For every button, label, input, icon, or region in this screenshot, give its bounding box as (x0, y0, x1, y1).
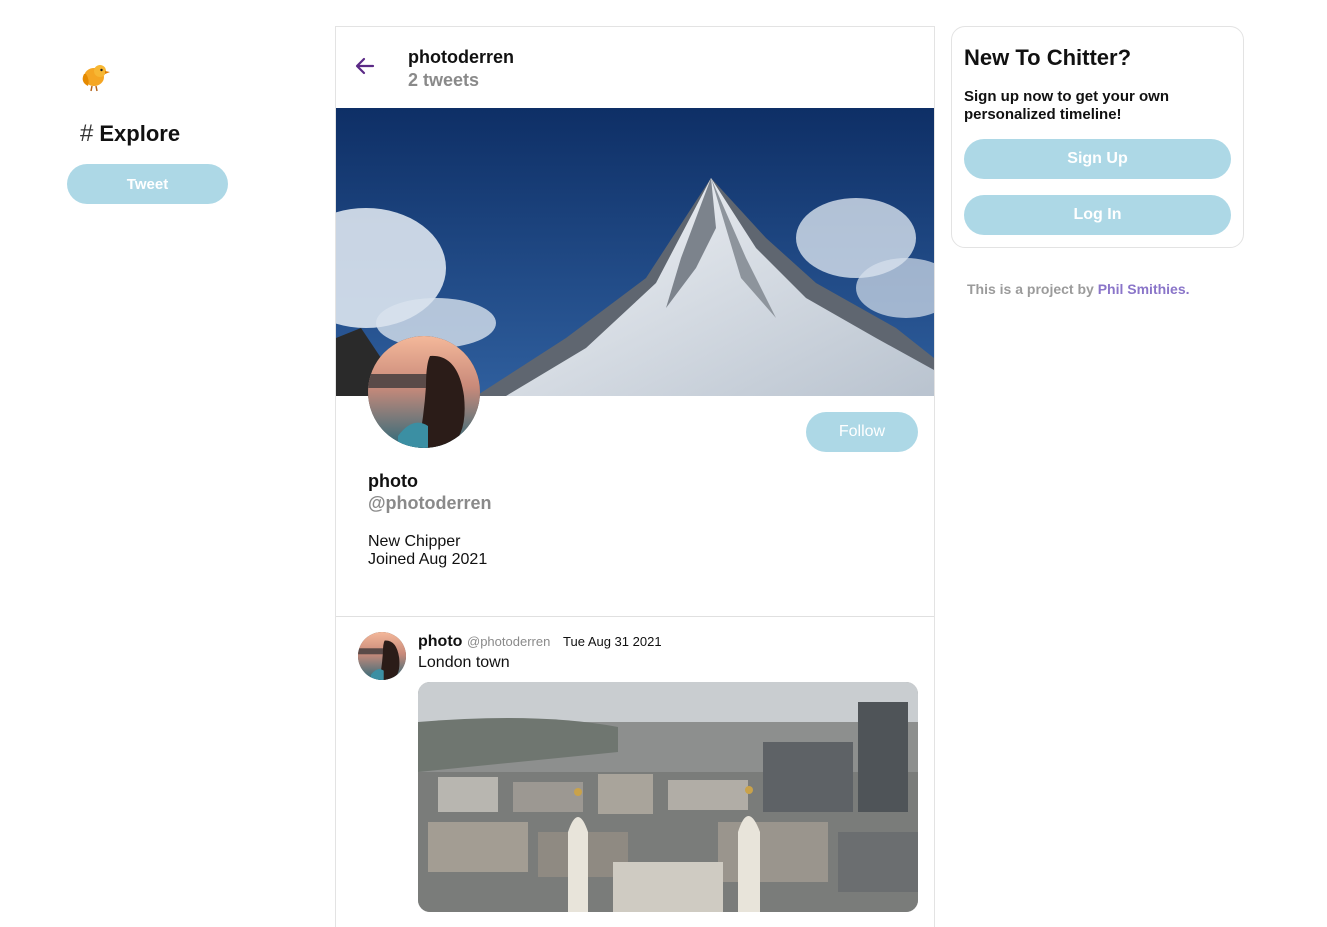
bird-icon[interactable] (78, 62, 110, 92)
tweet-date: Tue Aug 31 2021 (563, 634, 662, 649)
profile-bio: New Chipper (368, 533, 461, 550)
signup-card-subtitle: Sign up now to get your own personalized… (964, 88, 1169, 123)
tweet-text: London town (418, 654, 510, 671)
author-link[interactable]: Phil Smithies. (1098, 281, 1190, 297)
tweet-avatar[interactable] (358, 632, 406, 680)
profile-joined-date: Joined Aug 2021 (368, 551, 488, 568)
profile-column: photoderren 2 tweets Follow photo @photo… (335, 26, 935, 927)
project-credit: This is a project by Phil Smithies. (967, 281, 1190, 297)
arrow-left-icon[interactable] (354, 55, 376, 77)
header-tweet-count: 2 tweets (408, 70, 480, 90)
signup-card: New To Chitter? Sign up now to get your … (951, 26, 1244, 248)
tweet-button[interactable]: Tweet (67, 164, 228, 204)
nav-explore-label: Explore (99, 121, 181, 146)
follow-button[interactable]: Follow (806, 412, 918, 452)
sign-up-button[interactable]: Sign Up (964, 139, 1231, 179)
header-username: photoderren (408, 47, 514, 67)
profile-avatar[interactable] (368, 336, 480, 448)
nav-explore[interactable]: # Explore (80, 120, 180, 148)
project-credit-text: This is a project by (967, 281, 1098, 297)
profile-handle: @photoderren (368, 493, 492, 513)
tweet-author-name[interactable]: photo (418, 633, 462, 651)
profile-display-name: photo (368, 471, 418, 491)
tweet-image[interactable] (418, 682, 918, 912)
signup-card-title: New To Chitter? (964, 45, 1132, 70)
hashtag-icon: # (80, 120, 94, 147)
tweet-item[interactable]: photo @photoderren Tue Aug 31 2021 Londo… (336, 617, 934, 917)
profile-header: photoderren 2 tweets (336, 27, 934, 108)
tweet-author-handle[interactable]: @photoderren (467, 634, 550, 649)
log-in-button[interactable]: Log In (964, 195, 1231, 235)
